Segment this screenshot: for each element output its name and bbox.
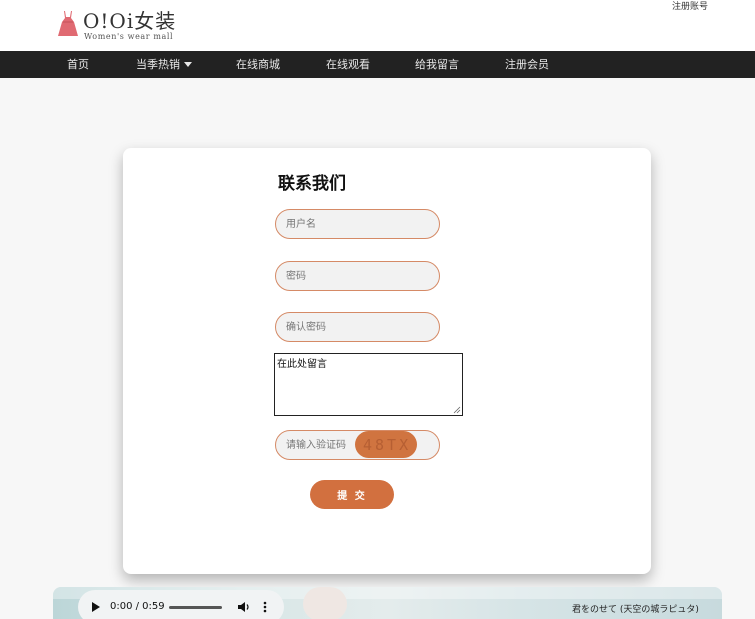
nav-item-register-member[interactable]: 注册会员	[505, 51, 549, 78]
nav-item-home[interactable]: 首页	[67, 51, 89, 78]
nav-item-online-mall[interactable]: 在线商城	[236, 51, 280, 78]
top-bar: O!Oi女装 Women's wear mall 注册账号	[0, 0, 755, 51]
nav-item-hot-season[interactable]: 当季热销	[136, 51, 192, 78]
username-input[interactable]	[275, 209, 440, 239]
nav-item-leave-message[interactable]: 给我留言	[415, 51, 459, 78]
contact-form-card: 联系我们 在此处留言 48TX 提 交	[123, 148, 651, 574]
logo[interactable]: O!Oi女装 Women's wear mall	[57, 10, 187, 42]
banner-decoration	[303, 587, 347, 619]
caret-down-icon	[184, 62, 192, 67]
nav-item-hot-season-label: 当季热销	[136, 58, 180, 71]
message-textarea[interactable]: 在此处留言	[274, 353, 463, 416]
play-icon[interactable]	[92, 602, 100, 612]
nav-item-watch-online[interactable]: 在线观看	[326, 51, 370, 78]
register-account-link[interactable]: 注册账号	[672, 0, 708, 12]
password-input[interactable]	[275, 261, 440, 291]
captcha-image[interactable]: 48TX	[355, 431, 417, 458]
logo-subtitle: Women's wear mall	[84, 32, 174, 41]
volume-icon[interactable]	[237, 601, 251, 613]
song-title: 君をのせて (天空の城ラピュタ)	[572, 605, 699, 615]
logo-title: O!Oi女装	[83, 9, 177, 33]
submit-button[interactable]: 提 交	[310, 480, 394, 509]
form-title: 联系我们	[278, 174, 346, 194]
dress-icon	[58, 11, 78, 36]
seek-bar[interactable]	[169, 606, 222, 609]
main-nav: 首页 当季热销 在线商城 在线观看 给我留言 注册会员	[0, 51, 755, 78]
time-display: 0:00 / 0:59	[110, 601, 165, 612]
confirm-password-input[interactable]	[275, 312, 440, 342]
resize-handle-icon[interactable]	[453, 406, 461, 414]
more-options-icon[interactable]	[263, 601, 267, 613]
captcha-code: 48TX	[363, 436, 412, 454]
audio-player: 0:00 / 0:59	[78, 590, 284, 619]
